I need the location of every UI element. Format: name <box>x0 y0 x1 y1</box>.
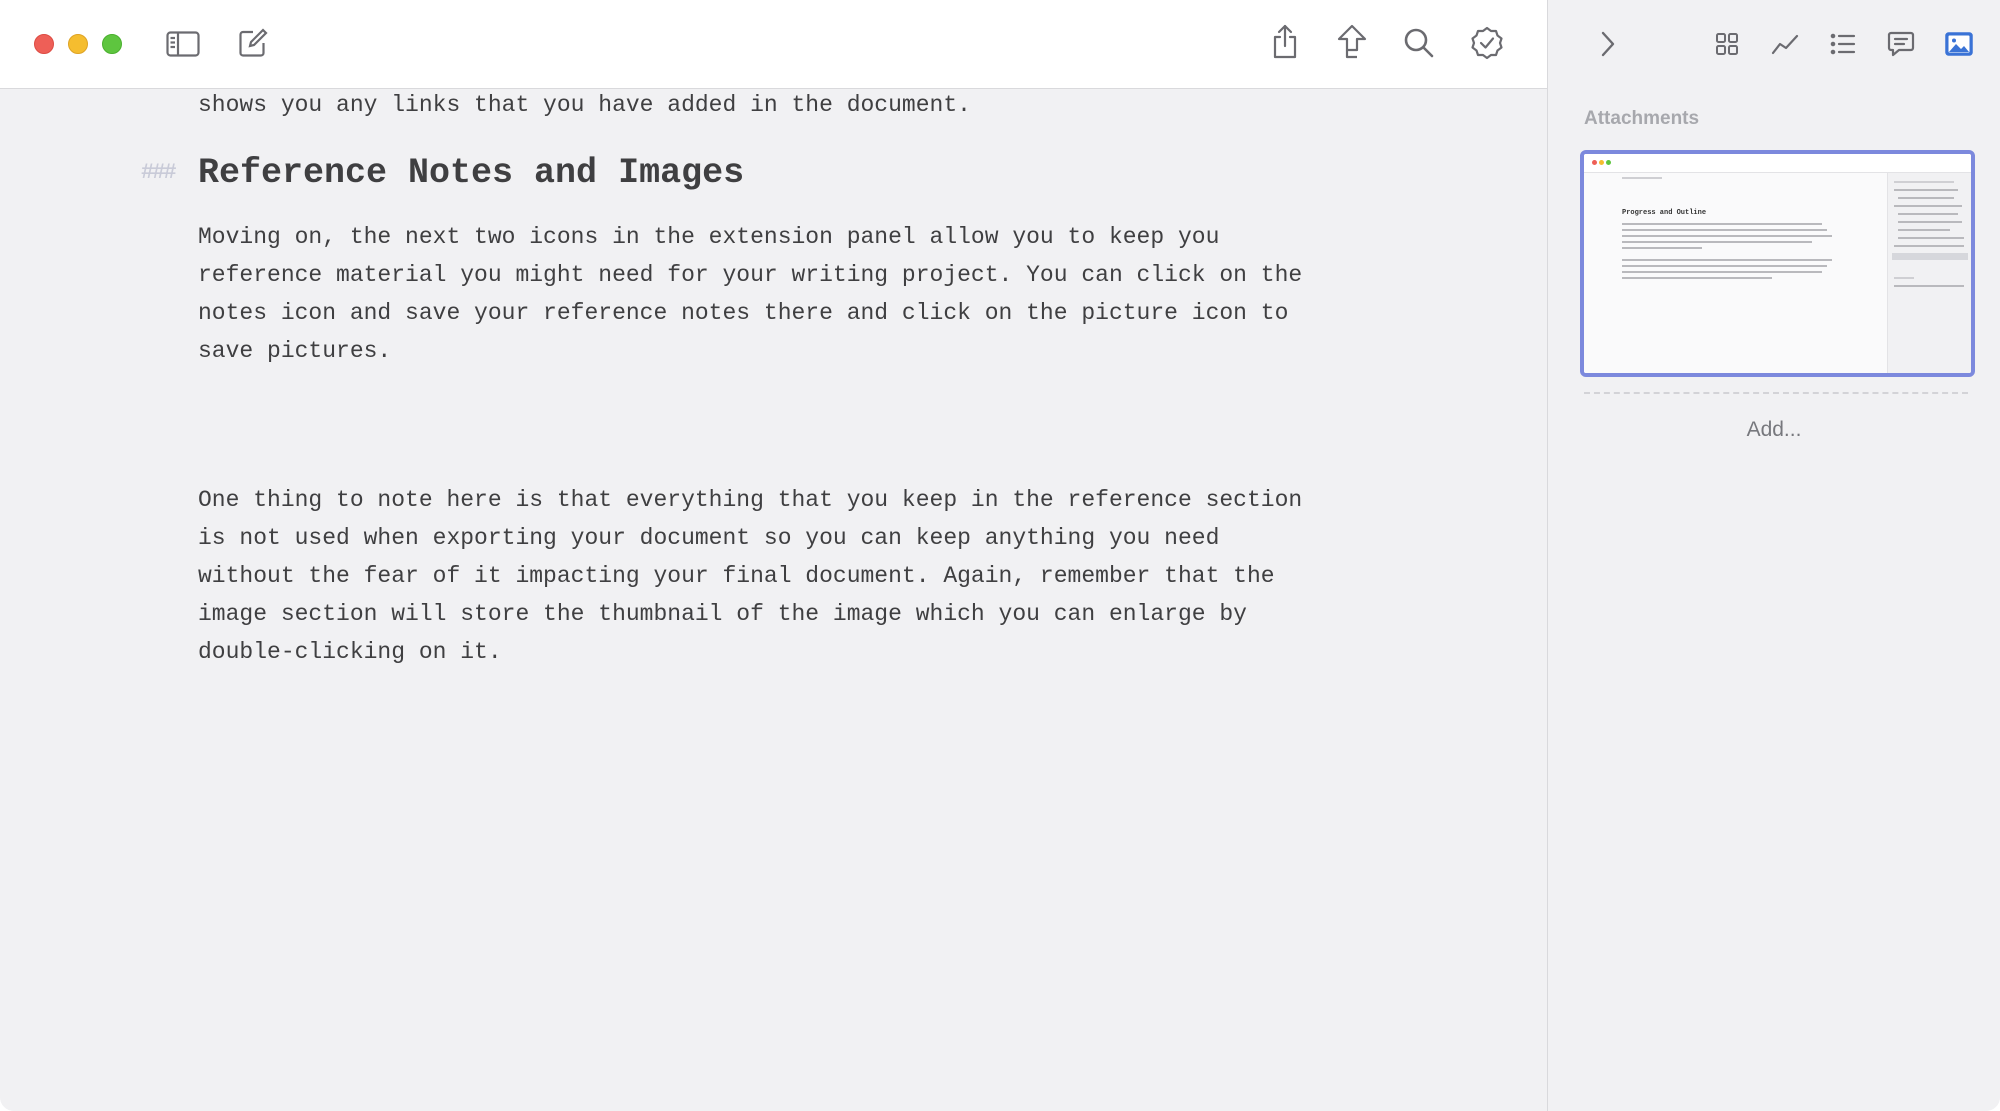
thumbnail-text-line <box>1894 189 1958 191</box>
thumbnail-text-line <box>1622 259 1832 261</box>
app-window: shows you any links that you have added … <box>0 0 2000 1111</box>
list-icon[interactable] <box>1823 24 1863 64</box>
section-heading: Reference Notes and Images <box>198 153 745 193</box>
thumbnail-text-line <box>1894 277 1914 279</box>
window-zoom-button[interactable] <box>102 34 122 54</box>
thumbnail-toolbar <box>1584 154 1971 173</box>
thumbnail-text-line <box>1622 265 1827 267</box>
paragraph-line: One thing to note here is that everythin… <box>198 487 1303 513</box>
compose-icon[interactable] <box>233 23 273 63</box>
thumbnail-selected-item <box>1892 253 1968 260</box>
search-icon[interactable] <box>1399 23 1439 63</box>
thumbnail-text-line <box>1622 271 1822 273</box>
notes-icon[interactable] <box>1881 24 1921 64</box>
attachments-title: Attachments <box>1584 108 1700 129</box>
document-text-line: shows you any links that you have added … <box>198 92 971 118</box>
paragraph-line: save pictures. <box>198 338 392 364</box>
document-content[interactable]: shows you any links that you have added … <box>0 88 1547 1111</box>
paragraph-line: double-clicking on it. <box>198 639 502 665</box>
sidebar-toggle-icon[interactable] <box>163 24 203 64</box>
paragraph-reference-notes: Moving on, the next two icons in the ext… <box>198 218 1368 370</box>
chevron-right-icon[interactable] <box>1588 24 1628 64</box>
image-icon[interactable] <box>1939 24 1979 64</box>
thumbnail-text-line <box>1898 237 1964 239</box>
check-badge-icon[interactable] <box>1467 23 1507 63</box>
paragraph-export-note: One thing to note here is that everythin… <box>198 481 1368 671</box>
add-attachment-button[interactable]: Add... <box>1584 418 1964 442</box>
thumbnail-text-line <box>1894 181 1954 183</box>
thumbnail-text-line <box>1622 241 1812 243</box>
heading-level-marker: ### <box>141 160 177 185</box>
grid-icon[interactable] <box>1707 24 1747 64</box>
thumbnail-text-line <box>1622 223 1822 225</box>
thumbnail-text-line <box>1898 221 1962 223</box>
thumbnail-text-line <box>1898 197 1954 199</box>
window-close-button[interactable] <box>34 34 54 54</box>
paragraph-line: notes icon and save your reference notes… <box>198 300 1289 326</box>
attachment-thumbnail[interactable]: Progress and Outline <box>1580 150 1975 377</box>
editor-toolbar <box>0 0 1547 89</box>
thumbnail-heading: Progress and Outline <box>1622 209 1707 217</box>
thumbnail-text-line <box>1622 277 1772 279</box>
thumbnail-dot <box>1599 160 1604 165</box>
paragraph-line: is not used when exporting your document… <box>198 525 1220 551</box>
paragraph-line: reference material you might need for yo… <box>198 262 1303 288</box>
thumbnail-text-line <box>1894 245 1964 247</box>
publish-icon[interactable] <box>1332 22 1372 62</box>
thumbnail-text-line <box>1898 229 1950 231</box>
thumbnail-text-line <box>1894 205 1962 207</box>
thumbnail-text-line <box>1898 213 1958 215</box>
thumbnail-text-line <box>1622 235 1832 237</box>
thumbnail-dot <box>1606 160 1611 165</box>
paragraph-line: image section will store the thumbnail o… <box>198 601 1247 627</box>
share-icon[interactable] <box>1265 22 1305 62</box>
thumbnail-dot <box>1592 160 1597 165</box>
thumbnail-text-line <box>1622 229 1827 231</box>
thumbnail-text-line <box>1894 285 1964 287</box>
editor-pane: shows you any links that you have added … <box>0 0 1547 1111</box>
window-minimize-button[interactable] <box>68 34 88 54</box>
thumbnail-sidebar <box>1887 173 1971 373</box>
attachments-divider <box>1584 392 1968 394</box>
extension-panel: Attachments Progress and Outline Add... <box>1547 0 2000 1111</box>
paragraph-line: without the fear of it impacting your fi… <box>198 563 1275 589</box>
paragraph-line: Moving on, the next two icons in the ext… <box>198 224 1220 250</box>
thumbnail-text-line <box>1622 247 1702 249</box>
thumbnail-text-line <box>1622 177 1662 179</box>
thumbnail-document: Progress and Outline <box>1584 173 1887 373</box>
stats-icon[interactable] <box>1765 24 1805 64</box>
